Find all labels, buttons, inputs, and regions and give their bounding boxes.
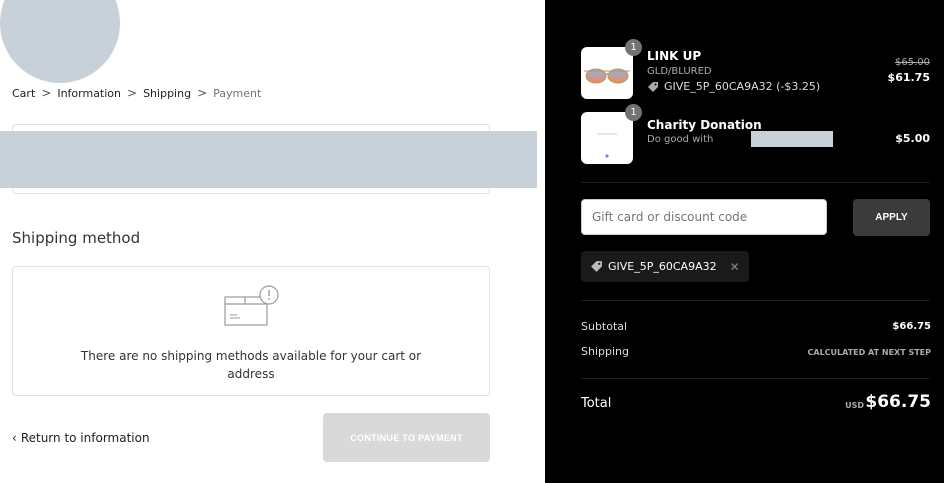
item-price: $5.00 [895, 132, 930, 145]
breadcrumb-cart[interactable]: Cart [12, 87, 35, 100]
remove-discount-icon[interactable]: ✕ [730, 260, 740, 274]
item-discount-label: GIVE_5P_60CA9A32 (-$3.25) [664, 80, 821, 93]
original-price: $65.00 [895, 57, 930, 68]
sunglasses-icon [584, 68, 630, 84]
total-label: Total [581, 396, 612, 411]
applied-discount-code: GIVE_5P_60CA9A32 [608, 260, 717, 273]
shipping-method-title: Shipping method [12, 229, 141, 247]
subtotal-value: $66.75 [892, 321, 931, 332]
shipping-value: Calculated at next step [807, 348, 931, 357]
discount-code-input[interactable] [581, 199, 827, 235]
applied-discount-tag: GIVE_5P_60CA9A32 ✕ [581, 251, 749, 282]
divider [581, 378, 930, 379]
item-name: LINK UP [647, 49, 702, 63]
product-thumbnail [581, 112, 633, 164]
line-item: 1 LINK UP GLD/BLURED GIVE_5P_60CA9A32 (-… [581, 39, 943, 101]
redacted-contact-details [0, 131, 537, 188]
product-thumbnail [581, 47, 633, 99]
apply-discount-button[interactable]: Apply [853, 199, 930, 236]
item-variant: GLD/BLURED [647, 66, 712, 77]
no-shipping-message: There are no shipping methods available … [80, 349, 422, 381]
total-value: $66.75 [865, 392, 931, 412]
tag-icon [648, 81, 658, 92]
item-price: $61.75 [887, 71, 930, 84]
divider [581, 182, 930, 183]
return-link-label: Return to information [20, 431, 150, 445]
breadcrumb-shipping[interactable]: Shipping [143, 87, 191, 100]
continue-to-payment-button[interactable]: Continue to payment [323, 413, 490, 462]
return-to-information-link[interactable]: ‹ Return to information [12, 431, 150, 445]
item-variant: Do good with [647, 134, 714, 145]
item-name: Charity Donation [647, 118, 762, 132]
quantity-badge: 1 [625, 39, 642, 56]
shipping-methods-box: There are no shipping methods available … [12, 266, 490, 396]
donation-card-icon [597, 133, 617, 158]
line-item: 1 Charity Donation Do good with $5.00 [581, 104, 943, 166]
order-summary-panel: 1 LINK UP GLD/BLURED GIVE_5P_60CA9A32 (-… [545, 0, 944, 483]
redacted-logo [0, 0, 120, 83]
total-currency: USD [845, 401, 864, 410]
checkout-main-panel: Cart > Information > Shipping > Payment … [0, 0, 545, 483]
quantity-badge: 1 [625, 104, 642, 121]
tag-icon [591, 261, 602, 272]
divider [581, 300, 930, 301]
package-alert-icon [224, 285, 279, 326]
item-discount: GIVE_5P_60CA9A32 (-$3.25) [647, 80, 820, 93]
shipping-label: Shipping [581, 345, 629, 358]
redacted-text [751, 131, 833, 147]
breadcrumb-separator-icon: > [197, 86, 208, 100]
breadcrumb-separator-icon: > [41, 86, 52, 100]
breadcrumb: Cart > Information > Shipping > Payment [12, 86, 261, 100]
breadcrumb-separator-icon: > [127, 86, 138, 100]
breadcrumb-payment: Payment [213, 86, 262, 100]
chevron-left-icon: ‹ [12, 431, 17, 445]
breadcrumb-information[interactable]: Information [57, 87, 121, 100]
subtotal-label: Subtotal [581, 320, 628, 333]
